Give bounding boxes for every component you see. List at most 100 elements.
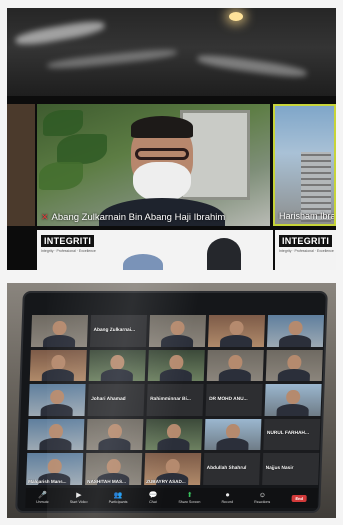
- participant-face: [166, 424, 181, 439]
- banner-brand-text: INTEGRITI: [279, 235, 333, 247]
- participant-body: [157, 438, 190, 451]
- participant-tile[interactable]: ZUBAYRY ASAD...: [144, 453, 202, 485]
- participant-face: [51, 355, 66, 370]
- mic-icon: 🎤: [38, 492, 48, 499]
- participant-name: ZUBAYRY ASAD...: [146, 479, 186, 484]
- participant-tile[interactable]: [88, 349, 146, 382]
- participant-tile[interactable]: [265, 349, 323, 382]
- ceiling-glare: [46, 47, 178, 71]
- participant-tile[interactable]: [264, 384, 322, 416]
- participant-tile[interactable]: [266, 315, 325, 347]
- video-tile-banner[interactable]: INTEGRITI Integrity · Professional · Exc…: [37, 230, 273, 270]
- participants-icon: 👥: [113, 492, 123, 499]
- participant-tile[interactable]: Abang Zulkarnai...: [89, 315, 148, 347]
- participant-tile[interactable]: [27, 418, 85, 451]
- participant-face: [110, 355, 125, 370]
- ceiling: [7, 8, 336, 96]
- record-button[interactable]: ⏺ Record: [221, 492, 233, 504]
- participant-name: Abang Zulkarnain Bin Abang Haji Ibrahim: [51, 212, 226, 223]
- participant-face: [287, 355, 302, 370]
- toolbar-label: Record: [221, 500, 234, 504]
- participant-face: [50, 389, 65, 405]
- participant-tile[interactable]: NASHITAH MAS...: [85, 453, 143, 485]
- participant-tile[interactable]: [207, 315, 266, 347]
- reactions-icon: ☺: [258, 492, 267, 499]
- participant-face: [170, 320, 185, 336]
- participant-tile[interactable]: Rahimminnar Bi...: [146, 384, 204, 416]
- participant-name: Abdullah Shahrul: [206, 466, 247, 472]
- gallery-view: Abang Zulkarnai... Johari Ahamad Rahimminn…: [26, 315, 325, 485]
- participant-body: [276, 403, 309, 416]
- video-icon: ▶: [76, 492, 82, 499]
- participant-name: Najjus Nasir: [265, 466, 294, 472]
- toolbar-label: Reactions: [254, 500, 271, 504]
- participant-face: [106, 459, 121, 474]
- record-icon: ⏺: [225, 492, 230, 499]
- banner-tagline: Integrity · Professional · Excellence: [41, 249, 96, 253]
- meeting-toolbar: 🎤 Unmute ▶ Start Video 👥 Participants 💬 Chat ⬆ Sh…: [25, 488, 318, 508]
- participant-name: Malqarish Mans...: [28, 479, 67, 484]
- toolbar-label: Participants: [108, 500, 128, 504]
- participant-body: [279, 334, 312, 347]
- participant-name-label: Harisham Ibrah: [279, 211, 336, 221]
- participant-head-partial: [123, 254, 163, 270]
- participant-face: [47, 459, 62, 474]
- participant-tile[interactable]: [148, 315, 207, 347]
- participant-tile[interactable]: [28, 384, 86, 416]
- banner-tagline: Integrity · Professional · Excellence: [279, 249, 334, 253]
- mic-button[interactable]: 🎤 Unmute: [36, 492, 49, 504]
- photo-large-screen-meeting: ✕ Abang Zulkarnain Bin Abang Haji Ibrahim…: [7, 8, 336, 270]
- participant-name: Rahimminnar Bi...: [150, 396, 191, 402]
- participant-body: [39, 438, 72, 451]
- participant-tile[interactable]: Johari Ahamad: [87, 384, 145, 416]
- participant-body: [161, 334, 194, 347]
- participant-name: DR MOHD ANU...: [209, 396, 248, 402]
- participant-tile[interactable]: [145, 418, 203, 451]
- participant-tile[interactable]: NURUL FARHAH...: [263, 418, 321, 451]
- tablet-device: Abang Zulkarnai... Johari Ahamad Rahimminn…: [15, 291, 328, 513]
- participant-body: [220, 334, 253, 347]
- participant-tile[interactable]: Najjus Nasir: [262, 453, 320, 485]
- participant-name: Harisham Ibrah: [279, 211, 336, 221]
- plant-leaf: [57, 134, 107, 164]
- video-tile-partial[interactable]: [7, 104, 35, 226]
- participant-face: [286, 389, 301, 405]
- share-screen-icon: ⬆: [186, 492, 193, 499]
- participant-body: [101, 369, 133, 382]
- participant-face: [107, 424, 122, 439]
- video-tile-banner[interactable]: INTEGRITI Integrity · Professional · Exc…: [275, 230, 336, 270]
- participant-tile[interactable]: [30, 315, 89, 347]
- share-screen-button[interactable]: ⬆ Share Screen: [178, 492, 200, 504]
- participant-glasses: [135, 148, 189, 160]
- participant-tile[interactable]: DR MOHD ANU...: [205, 384, 263, 416]
- participant-name: NASHITAH MAS...: [87, 479, 127, 484]
- toolbar-label: Unmute: [36, 500, 49, 504]
- chat-button[interactable]: 💬 Chat: [148, 492, 158, 504]
- reactions-button[interactable]: ☺ Reactions: [254, 492, 270, 504]
- participant-tile[interactable]: [204, 418, 262, 451]
- chat-icon: 💬: [148, 492, 158, 499]
- participant-tile[interactable]: [29, 349, 87, 382]
- toolbar-label: Chat: [149, 500, 157, 504]
- participant-face: [228, 355, 243, 370]
- participant-tile[interactable]: [206, 349, 264, 382]
- mic-muted-icon: ✕: [41, 212, 49, 222]
- video-tile-main-speaker[interactable]: ✕ Abang Zulkarnain Bin Abang Haji Ibrahim: [37, 104, 270, 226]
- toolbar-label: Share Screen: [178, 500, 201, 504]
- participant-name-label: ✕ Abang Zulkarnain Bin Abang Haji Ibrahim: [41, 212, 225, 223]
- participant-tile[interactable]: [86, 418, 144, 451]
- ceiling-glare: [196, 52, 308, 80]
- end-meeting-button[interactable]: End: [291, 494, 308, 502]
- participant-tile[interactable]: Abdullah Shahrul: [203, 453, 261, 485]
- tv-screen: ✕ Abang Zulkarnain Bin Abang Haji Ibrahim…: [7, 96, 336, 270]
- video-button[interactable]: ▶ Start Video: [70, 492, 88, 504]
- participant-body: [43, 334, 76, 347]
- video-tile-side-participant[interactable]: Harisham Ibrah: [273, 104, 336, 226]
- participant-face: [169, 355, 184, 370]
- participants-button[interactable]: 👥 Participants: [109, 492, 128, 504]
- participant-hair: [131, 116, 193, 138]
- participant-body: [42, 369, 74, 382]
- participant-tile[interactable]: Malqarish Mans...: [26, 453, 84, 485]
- video-tile-row-bottom: INTEGRITI Integrity · Professional · Exc…: [37, 230, 336, 270]
- participant-tile[interactable]: [147, 349, 205, 382]
